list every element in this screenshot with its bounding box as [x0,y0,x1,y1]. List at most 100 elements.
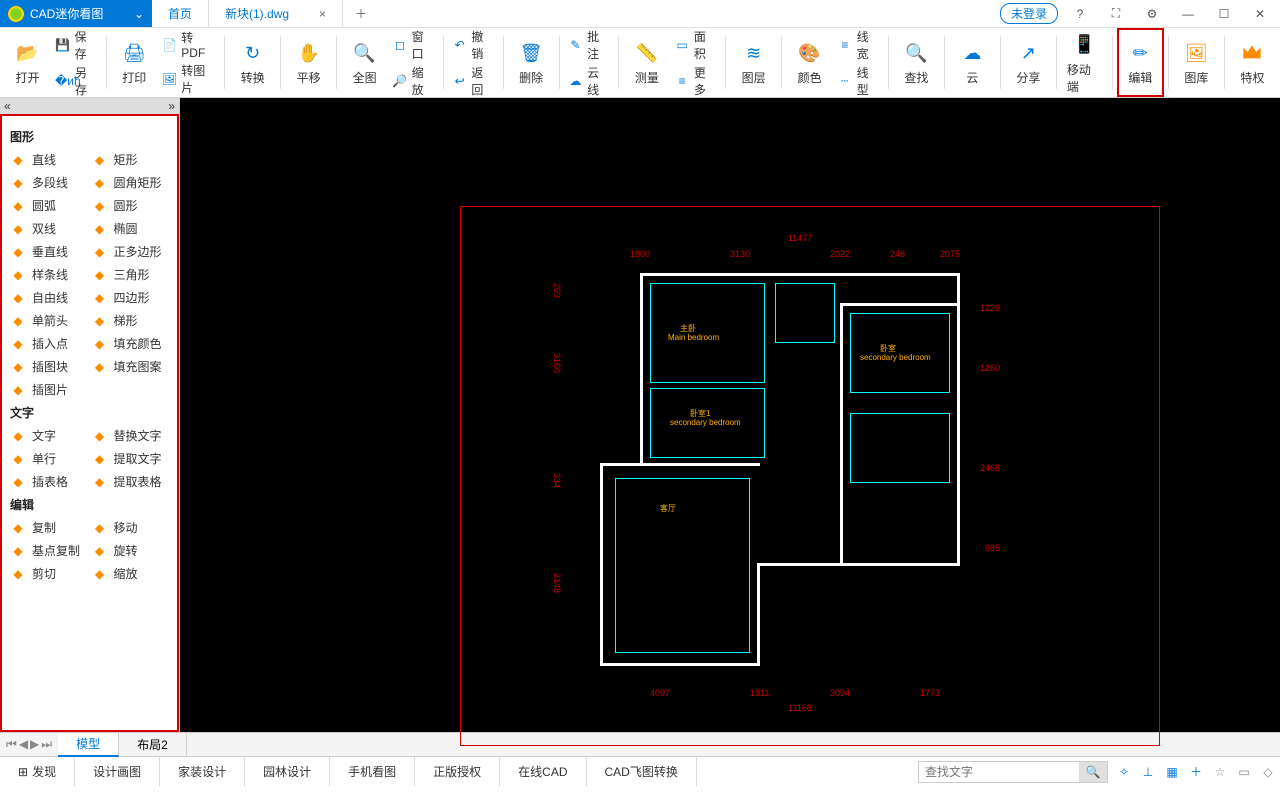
cloud-button[interactable]: ☁云 [949,28,996,97]
tab-file[interactable]: 新块(1).dwg × [209,0,343,27]
snap-icon[interactable]: ✧ [1112,760,1136,784]
tool-item[interactable] [92,381,170,398]
tool-item[interactable]: ◆插入点 [10,335,88,352]
tool-item[interactable]: ◆圆角矩形 [92,174,170,191]
tool-item[interactable]: ◆梯形 [92,312,170,329]
mobile-button[interactable]: 📱移动端 [1061,28,1108,97]
tool-item[interactable]: ◆圆形 [92,197,170,214]
measure-button[interactable]: 📏测量 [623,28,670,97]
crosshair-icon[interactable]: ＋ [1184,760,1208,784]
tool-item[interactable]: ◆单箭头 [10,312,88,329]
tool-item[interactable]: ◆缩放 [92,565,170,582]
to-pdf-button[interactable]: 📄转PDF [162,29,216,60]
tool-item[interactable]: ◆垂直线 [10,243,88,260]
tab-add[interactable]: ＋ [343,0,379,27]
linetype-button[interactable]: ┄线型 [837,64,880,98]
license-button[interactable]: 正版授权 [415,757,500,786]
fullscreen-icon[interactable]: ⛶ [1102,0,1130,28]
tool-item[interactable]: ◆文字 [10,427,88,444]
tool-item[interactable]: ◆直线 [10,151,88,168]
tool-item[interactable]: ◆样条线 [10,266,88,283]
tool-item[interactable]: ◆插图块 [10,358,88,375]
save-button[interactable]: 💾保存 [55,28,98,62]
tool-item[interactable]: ◆双线 [10,220,88,237]
tool-item[interactable]: ◆旋转 [92,542,170,559]
gear-icon[interactable]: ⚙ [1138,0,1166,28]
tab-last-icon[interactable]: ⏭ [41,737,52,752]
area-button[interactable]: ▭面积 [674,28,717,62]
discover-button[interactable]: ⊞发现 [0,757,75,786]
collapse-left-icon[interactable]: « [4,99,11,113]
fast-convert-button[interactable]: CAD飞图转换 [587,757,697,786]
share-button[interactable]: ↗分享 [1005,28,1052,97]
pan-button[interactable]: ✋平移 [285,28,332,97]
undo-button[interactable]: ↶撤销 [452,28,495,62]
annotate-button[interactable]: ✎批注 [568,28,611,62]
zoom-window-button[interactable]: ◻窗口 [392,28,435,62]
star-icon[interactable]: ☆ [1208,760,1232,784]
design-button[interactable]: 设计画图 [75,757,160,786]
tool-item[interactable]: ◆复制 [10,519,88,536]
minimize-icon[interactable]: — [1174,0,1202,28]
tool-item[interactable]: ◆单行 [10,450,88,467]
tab-first-icon[interactable]: ⏮ [6,737,17,752]
app-menu[interactable]: CAD迷你看图 ⌄ [0,0,152,27]
tool-item[interactable]: ◆填充颜色 [92,335,170,352]
tool-item[interactable]: ◆四边形 [92,289,170,306]
tool-item[interactable]: ◆提取文字 [92,450,170,467]
tool-item[interactable]: ◆椭圆 [92,220,170,237]
zoom-button[interactable]: 🔎缩放 [392,64,435,98]
search-go-button[interactable]: 🔍 [1079,762,1107,782]
back-button[interactable]: ↩返回 [452,64,495,98]
tab-home[interactable]: 首页 [152,0,209,27]
grid-icon[interactable]: ▦ [1160,760,1184,784]
tool-item[interactable]: ◆剪切 [10,565,88,582]
edit-button[interactable]: ✏编辑 [1117,28,1164,97]
tool-item[interactable]: ◆三角形 [92,266,170,283]
more-button[interactable]: ≡更多 [674,64,717,98]
color-button[interactable]: 🎨颜色 [786,28,833,97]
tab-model[interactable]: 模型 [58,733,119,757]
full-view-button[interactable]: 🔍全图 [341,28,388,97]
convert-button[interactable]: ↻转换 [229,28,276,97]
to-img-button[interactable]: 🖼转图片 [162,62,216,96]
tool-item[interactable]: ◆移动 [92,519,170,536]
tool-item[interactable]: ◆插表格 [10,473,88,490]
delete-button[interactable]: 🗑删除 [508,28,555,97]
tool-item[interactable]: ◆圆弧 [10,197,88,214]
tool-item[interactable]: ◆正多边形 [92,243,170,260]
ortho-icon[interactable]: ⊥ [1136,760,1160,784]
library-button[interactable]: 🖼图库 [1173,28,1220,97]
login-button[interactable]: 未登录 [1000,3,1058,24]
tab-layout2[interactable]: 布局2 [119,733,187,757]
tool-item[interactable]: ◆替换文字 [92,427,170,444]
sidebar-header[interactable]: «» [0,98,179,114]
save-as-button[interactable]: �ић另存 [55,64,98,98]
close-icon[interactable]: × [319,7,326,21]
tool-item[interactable]: ◆插图片 [10,381,88,398]
drawing-canvas[interactable]: 11477 1800 3130 2022 248 2075 主卧 Main be… [180,98,1280,732]
home-design-button[interactable]: 家装设计 [160,757,245,786]
tool-item[interactable]: ◆矩形 [92,151,170,168]
notebook-icon[interactable]: ▭ [1232,760,1256,784]
cloudline-button[interactable]: ☁云线 [568,64,611,98]
tool-item[interactable]: ◆基点复制 [10,542,88,559]
online-cad-button[interactable]: 在线CAD [500,757,586,786]
lineweight-button[interactable]: ≡线宽 [837,28,880,62]
vip-button[interactable]: 特权 [1229,28,1276,97]
tool-item[interactable]: ◆填充图案 [92,358,170,375]
search-input[interactable] [919,765,1079,779]
maximize-icon[interactable]: ☐ [1210,0,1238,28]
tool-item[interactable]: ◆多段线 [10,174,88,191]
tab-next-icon[interactable]: ▶ [30,737,39,752]
find-button[interactable]: 🔍查找 [893,28,940,97]
help-icon[interactable]: ? [1066,0,1094,28]
print-button[interactable]: 🖨打印 [111,28,158,97]
phone-view-button[interactable]: 手机看图 [330,757,415,786]
tool-item[interactable]: ◆自由线 [10,289,88,306]
close-window-icon[interactable]: ✕ [1246,0,1274,28]
collapse-right-icon[interactable]: » [168,99,175,113]
open-button[interactable]: 📂打开 [4,28,51,97]
tab-prev-icon[interactable]: ◀ [19,737,28,752]
layer-button[interactable]: ≋图层 [730,28,777,97]
